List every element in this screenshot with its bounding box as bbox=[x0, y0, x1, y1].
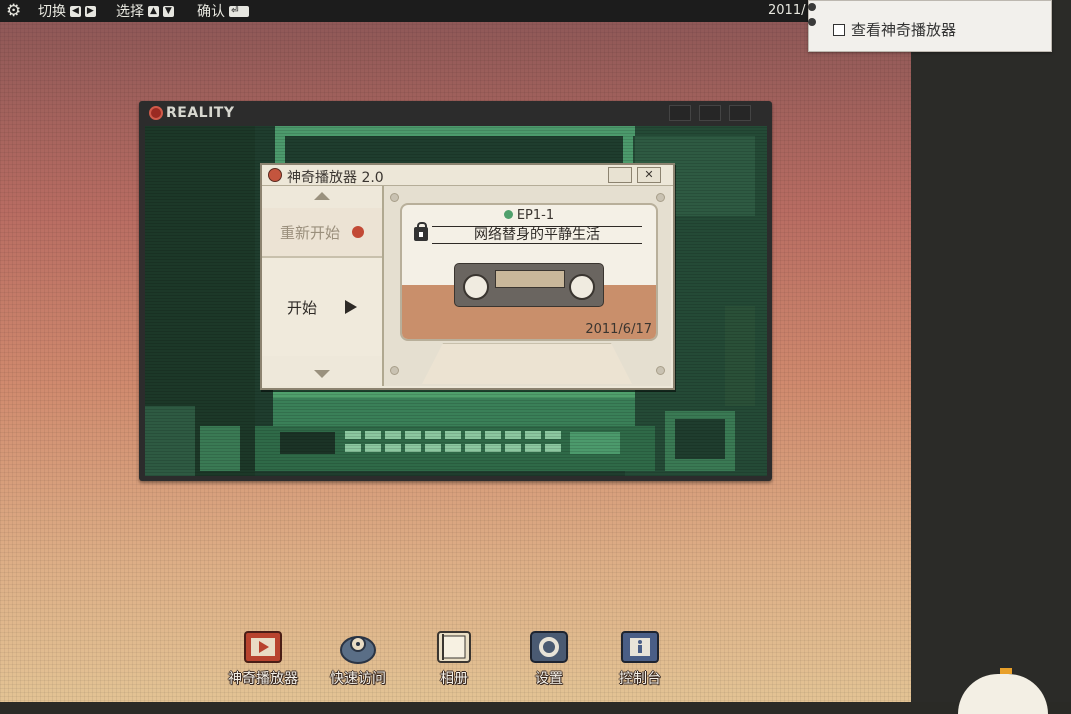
left-key-icon: ◀ bbox=[70, 5, 81, 17]
checkbox-icon[interactable] bbox=[833, 23, 845, 36]
reality-window-title: REALITY bbox=[149, 105, 235, 121]
start-label: 开始 bbox=[286, 298, 317, 317]
enter-key-icon: ⏎ bbox=[229, 5, 249, 17]
episode-label: EP1-1 bbox=[402, 208, 656, 223]
dock-item-console[interactable]: 控制台 bbox=[618, 630, 662, 688]
record-dot-icon bbox=[352, 226, 364, 238]
switch-label: 切换 bbox=[38, 4, 66, 20]
player-menu: 重新开始 开始 bbox=[262, 186, 384, 386]
restart-button[interactable]: 重新开始 bbox=[262, 208, 382, 258]
select-hint: 选择 ▲ ▼ bbox=[116, 2, 174, 20]
lock-icon bbox=[414, 222, 428, 241]
record-icon bbox=[149, 106, 163, 120]
cassette-date: 2011/6/17 bbox=[585, 322, 652, 337]
play-icon bbox=[345, 300, 357, 314]
dock-item-settings[interactable]: 设置 bbox=[529, 630, 569, 688]
quick-access-icon bbox=[338, 630, 378, 666]
player-close-button[interactable]: ✕ bbox=[637, 167, 661, 183]
scroll-down-icon[interactable] bbox=[314, 370, 330, 378]
cassette-slot bbox=[422, 343, 632, 384]
tape-reels bbox=[454, 263, 604, 307]
screw-icon bbox=[390, 366, 399, 375]
up-key-icon: ▲ bbox=[148, 5, 159, 17]
scroll-up-icon[interactable] bbox=[314, 192, 330, 200]
console-icon bbox=[620, 630, 660, 666]
menu-item-view-player[interactable]: 查看神奇播放器 bbox=[833, 19, 956, 40]
restart-label: 重新开始 bbox=[279, 223, 340, 242]
player-menu-dropdown: 查看神奇播放器 bbox=[808, 0, 1052, 52]
dock-item-album[interactable]: 相册 bbox=[434, 630, 474, 688]
dock-item-player[interactable]: 神奇播放器 bbox=[227, 630, 299, 688]
player-app-icon bbox=[268, 168, 282, 182]
reel-icon bbox=[463, 274, 489, 300]
settings-icon bbox=[529, 630, 569, 666]
reality-title-text: REALITY bbox=[166, 105, 235, 121]
status-dot-icon bbox=[503, 210, 513, 219]
dock-label: 相册 bbox=[440, 671, 468, 687]
confirm-hint: 确认 ⏎ bbox=[197, 2, 249, 20]
minimize-button[interactable] bbox=[669, 105, 691, 121]
gear-icon[interactable]: ⚙ bbox=[6, 2, 21, 20]
select-label: 选择 bbox=[116, 4, 144, 20]
bird-beak bbox=[1000, 668, 1012, 674]
close-button[interactable] bbox=[729, 105, 751, 121]
dock-label: 设置 bbox=[535, 671, 563, 687]
start-button[interactable]: 开始 bbox=[262, 258, 382, 356]
dock-label: 控制台 bbox=[619, 671, 661, 687]
clock: 2011/ bbox=[768, 3, 806, 18]
episode-text: EP1-1 bbox=[516, 208, 555, 223]
tape-window bbox=[495, 270, 565, 288]
reel-icon bbox=[569, 274, 595, 300]
magic-player-window: 神奇播放器 2.0 ✕ 重新开始 开始 EP1-1 网络替身的平静生活 2011… bbox=[260, 163, 675, 390]
player-icon bbox=[243, 630, 283, 666]
player-maximize-button[interactable] bbox=[608, 167, 632, 183]
dock-label: 快速访问 bbox=[330, 671, 386, 687]
cassette-tape[interactable]: EP1-1 网络替身的平静生活 2011/6/17 bbox=[400, 203, 658, 341]
menu-pin-icon bbox=[808, 18, 816, 26]
menu-item-label: 查看神奇播放器 bbox=[851, 21, 957, 39]
switch-hint: 切换 ◀ ▶ bbox=[38, 2, 96, 20]
menu-pin-icon bbox=[808, 3, 816, 11]
album-icon bbox=[434, 630, 474, 666]
maximize-button[interactable] bbox=[699, 105, 721, 121]
screw-icon bbox=[656, 193, 665, 202]
right-panel bbox=[911, 0, 1071, 702]
down-key-icon: ▼ bbox=[162, 5, 174, 17]
dock-label: 神奇播放器 bbox=[228, 671, 298, 687]
screw-icon bbox=[656, 366, 665, 375]
cassette-title: 网络替身的平静生活 bbox=[432, 226, 642, 244]
confirm-label: 确认 bbox=[197, 4, 225, 20]
screw-icon bbox=[390, 193, 399, 202]
player-titlebar: 神奇播放器 2.0 ✕ bbox=[262, 165, 673, 186]
top-bar: ⚙ 切换 ◀ ▶ 选择 ▲ ▼ 确认 ⏎ 2011/ bbox=[0, 0, 911, 22]
player-title: 神奇播放器 2.0 bbox=[287, 170, 384, 186]
dock-item-quick-access[interactable]: 快速访问 bbox=[329, 630, 387, 688]
right-key-icon: ▶ bbox=[84, 5, 96, 17]
